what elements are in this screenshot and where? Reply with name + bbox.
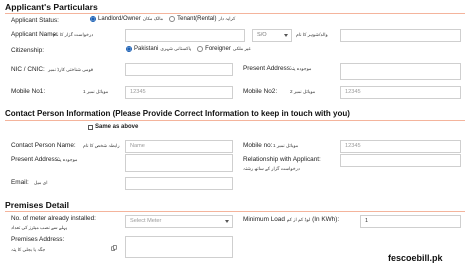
relationship-label: Relationship with Applicant: bbox=[243, 156, 321, 163]
copy-icon[interactable] bbox=[111, 245, 117, 251]
premises-divider bbox=[5, 211, 465, 212]
premises-address-input[interactable] bbox=[125, 236, 233, 258]
same-as-above[interactable]: Same as above bbox=[88, 124, 138, 130]
status-option-tenant[interactable]: Tenant(Rental) کرایہ دار bbox=[169, 16, 235, 22]
tenant-radio[interactable] bbox=[169, 16, 176, 22]
premises-address-urdu: جگہ یا بجلی کا پتہ bbox=[11, 247, 46, 252]
premises-address-label: Premises Address: bbox=[11, 236, 65, 243]
citizenship-option-foreigner[interactable]: Foreigner غیر ملکی bbox=[197, 46, 251, 52]
mobile1-urdu: موبائل نمبر 1 bbox=[83, 89, 109, 94]
site-watermark: fescoebill.pk bbox=[388, 253, 443, 263]
contact-address-urdu: موجودہ پتہ bbox=[56, 157, 78, 162]
citizenship-option-pakistani[interactable]: Pakistani پاکستانی شہری bbox=[126, 46, 191, 52]
contact-name-input[interactable]: Name bbox=[125, 140, 233, 153]
meters-label: No. of meter already installed: bbox=[11, 215, 96, 222]
email-urdu: ای میل bbox=[34, 180, 48, 185]
present-address-input[interactable] bbox=[340, 63, 461, 80]
applicant-status-options: Landlord/Owner مالک مکان Tenant(Rental) … bbox=[90, 16, 235, 22]
same-as-above-checkbox[interactable] bbox=[88, 124, 93, 130]
contact-address-input[interactable] bbox=[125, 154, 233, 172]
applicant-name-urdu: درخواست گزار کا نام bbox=[53, 32, 94, 37]
contact-mobile-label: Mobile no: bbox=[243, 142, 273, 149]
applicant-section-title: Applicant's Particulars bbox=[5, 2, 98, 12]
min-load-label: Minimum Load لوڈ کم از کم (In KWh): bbox=[243, 216, 340, 223]
contact-divider bbox=[5, 120, 465, 121]
contact-name-label: Contact Person Name: bbox=[11, 142, 76, 149]
present-address-urdu: موجودہ پتہ bbox=[290, 66, 312, 71]
status-option-landlord[interactable]: Landlord/Owner مالک مکان bbox=[90, 16, 163, 22]
relation-select[interactable]: S/O bbox=[252, 29, 292, 42]
contact-name-urdu: رابطہ شخص کا نام bbox=[83, 143, 120, 148]
meters-urdu: پہلے سے نصب میٹرز کی تعداد bbox=[11, 225, 68, 230]
premises-section-title: Premises Detail bbox=[5, 200, 70, 210]
applicant-name-input[interactable] bbox=[125, 29, 245, 42]
applicant-name-label: Applicant Name: bbox=[11, 31, 58, 38]
applicant-status-label: Applicant Status: bbox=[11, 17, 59, 24]
father-name-input[interactable] bbox=[340, 29, 461, 42]
chevron-down-icon bbox=[284, 34, 288, 37]
citizenship-label: Citizenship: bbox=[11, 47, 45, 54]
contact-mobile-input[interactable]: 12345 bbox=[340, 140, 461, 153]
landlord-radio[interactable] bbox=[90, 16, 96, 22]
mobile2-label: Mobile No2: bbox=[243, 88, 278, 95]
contact-address-label: Present Address: bbox=[11, 156, 60, 163]
chevron-down-icon bbox=[225, 220, 229, 223]
mobile2-input[interactable]: 12345 bbox=[340, 86, 461, 99]
pakistani-radio[interactable] bbox=[126, 46, 132, 52]
mobile2-urdu: موبائل نمبر 2 bbox=[290, 89, 316, 94]
relationship-urdu: درخواست گزار کے ساتھ رشتہ bbox=[243, 166, 300, 171]
contact-mobile-urdu: موبائل نمبر 1 bbox=[273, 143, 299, 148]
cnic-label: NIC / CNIC: bbox=[11, 66, 45, 73]
foreigner-radio[interactable] bbox=[197, 46, 204, 52]
min-load-input[interactable]: 1 bbox=[360, 215, 461, 228]
mobile1-input[interactable]: 12345 bbox=[125, 86, 233, 99]
contact-section-title: Contact Person Information (Please Provi… bbox=[5, 109, 350, 118]
cnic-input[interactable] bbox=[125, 63, 233, 76]
citizenship-options: Pakistani پاکستانی شہری Foreigner غیر مل… bbox=[126, 46, 251, 52]
relationship-input[interactable] bbox=[340, 154, 461, 167]
mobile1-label: Mobile No1: bbox=[11, 88, 46, 95]
applicant-divider bbox=[5, 13, 465, 14]
email-input[interactable] bbox=[125, 177, 233, 190]
present-address-label: Present Address: bbox=[243, 65, 292, 72]
email-label: Email: bbox=[11, 179, 29, 186]
father-name-urdu: والد/شوہر کا نام bbox=[296, 32, 328, 37]
meters-select[interactable]: Select Meter bbox=[125, 215, 233, 228]
cnic-urdu: قومی شناختی کارڈ نمبر bbox=[48, 67, 94, 72]
